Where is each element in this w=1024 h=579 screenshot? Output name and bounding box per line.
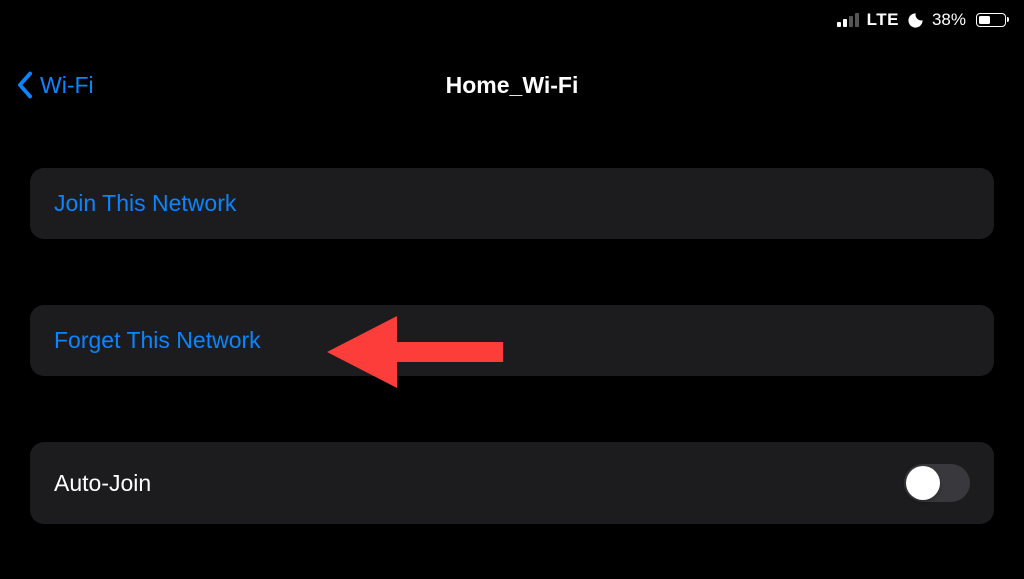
navigation-bar: Wi-Fi Home_Wi-Fi <box>0 60 1024 110</box>
auto-join-cell: Auto-Join <box>30 442 994 524</box>
battery-icon <box>976 13 1006 27</box>
auto-join-label: Auto-Join <box>54 470 151 497</box>
back-button[interactable]: Wi-Fi <box>16 71 94 99</box>
join-network-cell[interactable]: Join This Network <box>30 168 994 239</box>
forget-network-cell[interactable]: Forget This Network <box>30 305 994 376</box>
cellular-signal-icon <box>837 13 859 27</box>
chevron-back-icon <box>16 71 34 99</box>
network-type-label: LTE <box>867 10 899 30</box>
do-not-disturb-moon-icon <box>907 12 924 29</box>
join-network-label: Join This Network <box>54 190 236 217</box>
auto-join-toggle[interactable] <box>904 464 970 502</box>
page-title: Home_Wi-Fi <box>446 72 579 99</box>
status-bar: LTE 38% <box>837 10 1006 30</box>
forget-network-label: Forget This Network <box>54 327 261 354</box>
back-button-label: Wi-Fi <box>40 72 94 99</box>
toggle-knob <box>906 466 940 500</box>
settings-list: Join This Network Forget This Network Au… <box>30 168 994 524</box>
battery-percent-label: 38% <box>932 10 966 30</box>
